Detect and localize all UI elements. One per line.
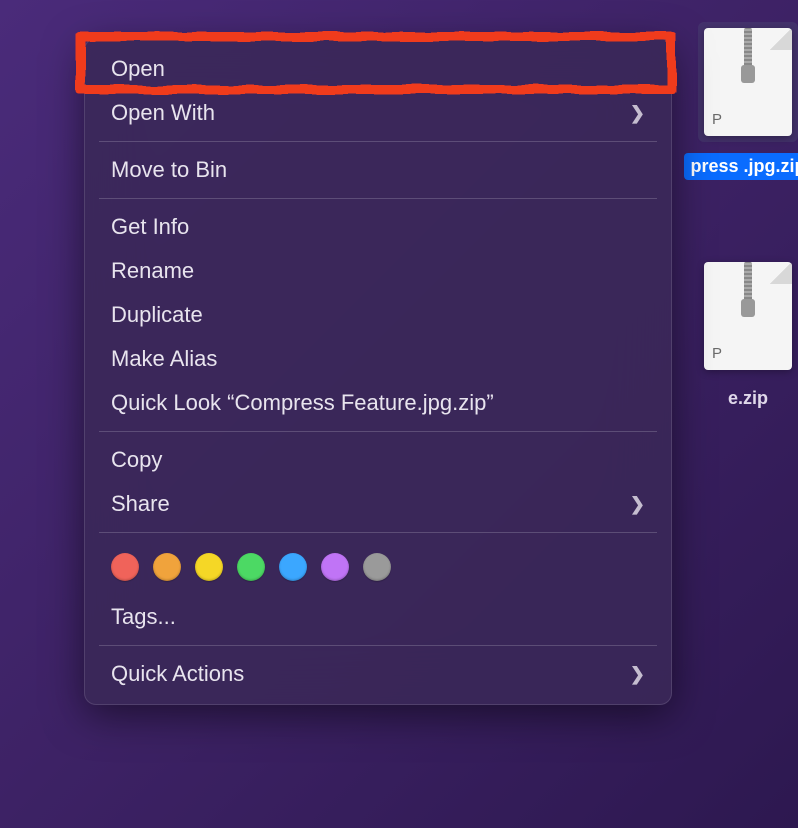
make-alias-menu-item[interactable]: Make Alias <box>85 337 671 381</box>
open-with-menu-item[interactable]: Open With ❯ <box>85 91 671 135</box>
tags-row <box>85 539 671 595</box>
quick-actions-menu-item[interactable]: Quick Actions ❯ <box>85 652 671 696</box>
chevron-right-icon: ❯ <box>630 664 645 685</box>
desktop-file-1[interactable]: P press .jpg.zip <box>683 22 798 180</box>
move-to-bin-menu-item[interactable]: Move to Bin <box>85 148 671 192</box>
tag-red[interactable] <box>111 553 139 581</box>
tag-yellow[interactable] <box>195 553 223 581</box>
menu-label-share: Share <box>111 491 170 517</box>
zip-ext-label: P <box>712 345 722 362</box>
copy-menu-item[interactable]: Copy <box>85 438 671 482</box>
menu-separator <box>99 431 657 432</box>
open-menu-item[interactable]: Open <box>85 47 671 91</box>
menu-label-move-to-bin: Move to Bin <box>111 157 227 183</box>
menu-separator <box>99 141 657 142</box>
tags-menu-item[interactable]: Tags... <box>85 595 671 639</box>
duplicate-menu-item[interactable]: Duplicate <box>85 293 671 337</box>
menu-label-rename: Rename <box>111 258 194 284</box>
zip-icon-wrapper: P <box>698 256 798 376</box>
menu-separator <box>99 198 657 199</box>
file-label-2: e.zip <box>683 387 798 410</box>
get-info-menu-item[interactable]: Get Info <box>85 205 671 249</box>
menu-label-tags: Tags... <box>111 604 176 630</box>
file-label-1: press .jpg.zip <box>684 153 798 180</box>
menu-separator <box>99 645 657 646</box>
zip-ext-label: P <box>712 111 722 128</box>
tag-gray[interactable] <box>363 553 391 581</box>
tag-orange[interactable] <box>153 553 181 581</box>
share-menu-item[interactable]: Share ❯ <box>85 482 671 526</box>
zip-file-icon: P <box>704 28 792 136</box>
menu-label-open: Open <box>111 56 165 82</box>
menu-label-make-alias: Make Alias <box>111 346 217 372</box>
menu-separator <box>99 532 657 533</box>
quick-look-menu-item[interactable]: Quick Look “Compress Feature.jpg.zip” <box>85 381 671 425</box>
tag-blue[interactable] <box>279 553 307 581</box>
zip-file-icon: P <box>704 262 792 370</box>
menu-label-duplicate: Duplicate <box>111 302 203 328</box>
desktop-file-2[interactable]: P e.zip <box>683 256 798 410</box>
rename-menu-item[interactable]: Rename <box>85 249 671 293</box>
chevron-right-icon: ❯ <box>630 494 645 515</box>
menu-label-copy: Copy <box>111 447 162 473</box>
menu-label-get-info: Get Info <box>111 214 189 240</box>
tag-green[interactable] <box>237 553 265 581</box>
zip-icon-wrapper: P <box>698 22 798 142</box>
menu-label-open-with: Open With <box>111 100 215 126</box>
menu-label-quick-actions: Quick Actions <box>111 661 244 687</box>
context-menu: Open Open With ❯ Move to Bin Get Info Re… <box>84 38 672 705</box>
chevron-right-icon: ❯ <box>630 103 645 124</box>
tag-purple[interactable] <box>321 553 349 581</box>
menu-label-quick-look: Quick Look “Compress Feature.jpg.zip” <box>111 390 494 416</box>
